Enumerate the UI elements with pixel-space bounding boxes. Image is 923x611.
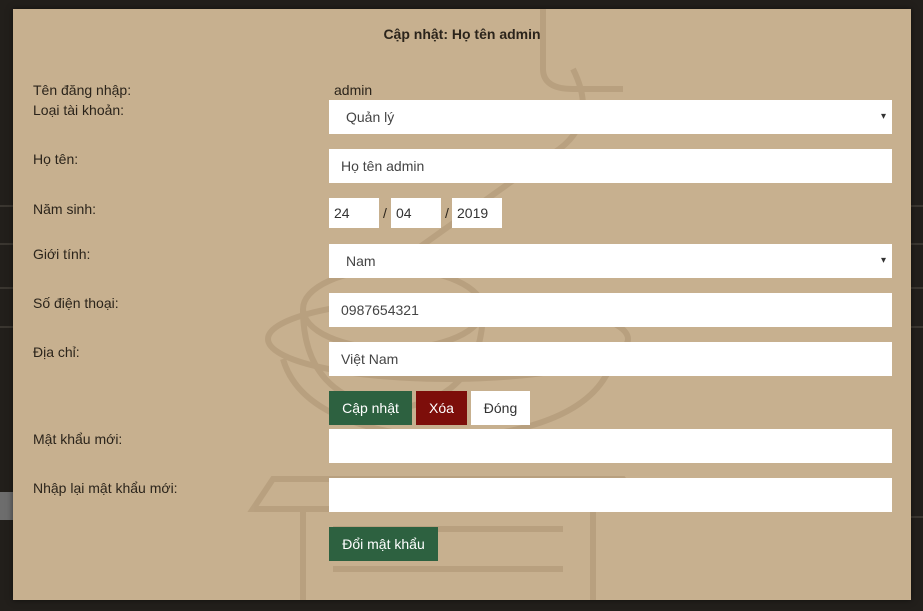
fullname-value: Họ tên admin — [341, 158, 425, 174]
date-separator: / — [445, 205, 449, 221]
delete-button[interactable]: Xóa — [416, 391, 467, 425]
close-button[interactable]: Đóng — [471, 391, 530, 425]
address-label: Địa chỉ: — [33, 344, 80, 360]
birth-month-input[interactable]: 04 — [391, 198, 441, 228]
phone-input[interactable]: 0987654321 — [329, 293, 892, 327]
address-input[interactable]: Việt Nam — [329, 342, 892, 376]
date-separator: / — [383, 205, 387, 221]
update-account-modal: Cập nhật: Họ tên admin Tên đăng nhập: ad… — [13, 9, 911, 600]
gender-select[interactable]: Nam ▾ — [329, 244, 892, 278]
new-password-input[interactable] — [329, 429, 892, 463]
birth-month-value: 04 — [396, 205, 412, 221]
chevron-down-icon: ▾ — [880, 255, 886, 266]
modal-title: Cập nhật: Họ tên admin — [383, 26, 541, 42]
phone-value: 0987654321 — [341, 302, 419, 318]
bg-block — [0, 492, 14, 520]
username-label: Tên đăng nhập: — [33, 82, 132, 98]
phone-label: Số điện thoại: — [33, 295, 119, 311]
birth-day-input[interactable]: 24 — [329, 198, 379, 228]
account-type-select[interactable]: Quản lý ▾ — [329, 100, 892, 134]
gender-label: Giới tính: — [33, 246, 91, 262]
birth-year-label: Năm sinh: — [33, 201, 97, 217]
birth-day-value: 24 — [334, 205, 350, 221]
account-type-label: Loại tài khoản: — [33, 102, 125, 118]
chevron-down-icon: ▾ — [880, 111, 886, 122]
fullname-label: Họ tên: — [33, 151, 79, 167]
birth-year-value: 2019 — [457, 205, 489, 221]
address-value: Việt Nam — [341, 351, 399, 367]
username-value: admin — [334, 82, 373, 98]
confirm-password-label: Nhập lại mật khẩu mới: — [33, 480, 178, 496]
birth-year-input[interactable]: 2019 — [452, 198, 502, 228]
update-button[interactable]: Cập nhật — [329, 391, 412, 425]
fullname-input[interactable]: Họ tên admin — [329, 149, 892, 183]
gender-value: Nam — [346, 253, 376, 269]
account-type-value: Quản lý — [346, 109, 395, 125]
change-password-button[interactable]: Đổi mật khẩu — [329, 527, 438, 561]
confirm-password-input[interactable] — [329, 478, 892, 512]
new-password-label: Mật khẩu mới: — [33, 431, 123, 447]
